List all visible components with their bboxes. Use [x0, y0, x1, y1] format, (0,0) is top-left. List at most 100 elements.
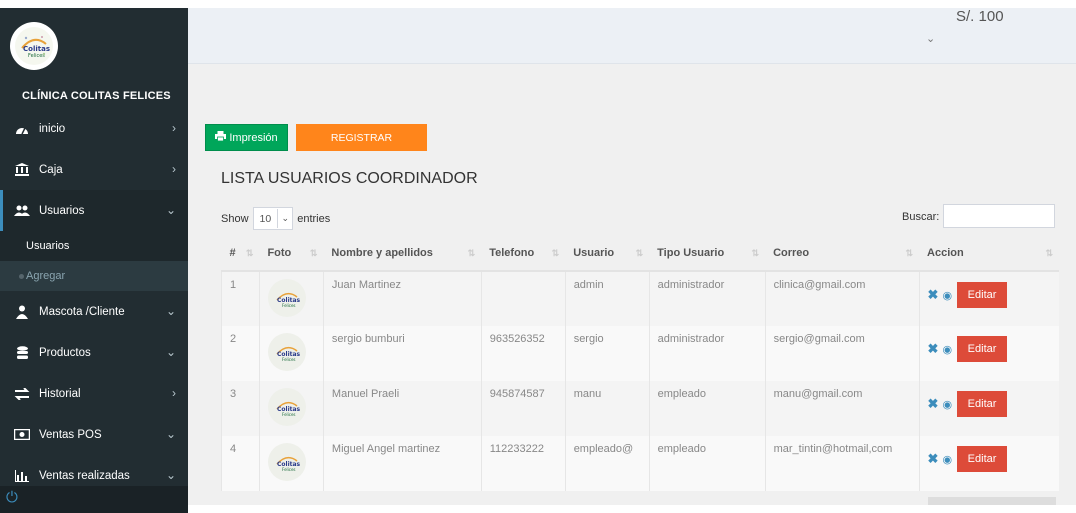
- print-button[interactable]: Impresión: [205, 124, 288, 151]
- actions-cell: ✖ ◉ Editar: [918, 326, 1059, 381]
- clinic-logo-image: Colitas Felices: [15, 27, 53, 65]
- svg-text:Colitas: Colitas: [23, 45, 50, 53]
- sidebar-item-inicio[interactable]: inicio ›: [0, 108, 188, 149]
- chevron-down-icon[interactable]: ⌄: [926, 32, 935, 45]
- user-phone: [480, 271, 566, 326]
- photo-cell: Colitas Felices: [258, 271, 324, 326]
- user-email: clinica@gmail.com: [764, 271, 920, 326]
- column-header[interactable]: Nombre y apellidos ⇅: [323, 236, 482, 272]
- user-name: Juan Martinez: [322, 271, 482, 326]
- entries-select[interactable]: 10 ⌄: [252, 207, 294, 230]
- search-input[interactable]: [943, 204, 1055, 228]
- bar-chart-icon: [13, 469, 31, 483]
- row-number: 3: [221, 381, 260, 436]
- user-type: empleado: [648, 381, 766, 436]
- delete-icon[interactable]: ✖: [928, 396, 939, 412]
- chevron-down-icon: ⌄: [277, 209, 292, 228]
- chevron-down-icon: ⌄: [165, 427, 176, 441]
- photo-cell: Colitas Felices: [258, 436, 324, 491]
- column-header[interactable]: # ⇅: [221, 236, 260, 272]
- dashboard-icon: [13, 122, 31, 136]
- sidebar-subitem-agregar[interactable]: Agregar: [0, 261, 188, 291]
- clinic-name: CLÍNICA COLITAS FELICES: [22, 90, 171, 102]
- sidebar-item-ventas-pos[interactable]: Ventas POS ⌄: [0, 414, 188, 455]
- sidebar-item-caja[interactable]: Caja ›: [0, 149, 188, 190]
- sidebar-item-historial[interactable]: Historial ›: [0, 373, 188, 414]
- eye-icon[interactable]: ◉: [942, 343, 952, 356]
- edit-button[interactable]: Editar: [957, 336, 1008, 362]
- edit-button[interactable]: Editar: [957, 391, 1008, 417]
- sidebar-item-mascota-cliente[interactable]: Mascota /Cliente ⌄: [0, 291, 188, 332]
- page-title: LISTA USUARIOS COORDINADOR: [221, 170, 478, 187]
- column-header[interactable]: Accion ⇅: [919, 236, 1059, 272]
- entries-value: 10: [259, 212, 272, 225]
- pet-client-icon: [13, 305, 31, 319]
- sort-icon: ⇅: [1045, 248, 1053, 258]
- row-number: 1: [221, 271, 260, 326]
- column-header[interactable]: Telefono ⇅: [481, 236, 566, 272]
- logout-button[interactable]: ⏻: [0, 486, 188, 513]
- chevron-down-icon: ⌄: [165, 468, 176, 482]
- actions-cell: ✖ ◉ Editar: [918, 381, 1059, 436]
- delete-icon[interactable]: ✖: [928, 451, 939, 467]
- users-icon: [13, 204, 31, 218]
- sidebar-subitem-usuarios[interactable]: Usuarios: [0, 231, 188, 261]
- svg-text:Felices: Felices: [282, 467, 296, 472]
- user-type: administrador: [648, 326, 766, 381]
- row-number: 4: [221, 436, 260, 491]
- user-name: sergio bumburi: [322, 326, 482, 381]
- sort-icon: ⇅: [245, 248, 254, 258]
- eye-icon[interactable]: ◉: [942, 289, 952, 302]
- column-header[interactable]: Correo ⇅: [765, 236, 920, 272]
- chevron-down-icon: ⌄: [165, 304, 176, 318]
- svg-text:Felices: Felices: [28, 53, 45, 59]
- user-photo: Colitas Felices: [267, 443, 306, 481]
- sort-icon: ⇅: [551, 248, 560, 258]
- sort-icon: ⇅: [635, 248, 644, 258]
- photo-cell: Colitas Felices: [258, 381, 324, 436]
- balance-display: S/. 100: [956, 8, 1004, 25]
- sidebar-item-label: Historial: [39, 387, 81, 400]
- sidebar-menu: inicio › Caja › Usuarios ⌄ Usuarios Agre…: [0, 108, 188, 496]
- edit-button[interactable]: Editar: [957, 282, 1008, 308]
- user-name: Manuel Praeli: [322, 381, 482, 436]
- bullet-icon: [19, 274, 24, 279]
- column-header[interactable]: Usuario ⇅: [565, 236, 650, 272]
- chevron-right-icon: ›: [172, 386, 176, 400]
- user-username: admin: [564, 271, 650, 326]
- user-username: sergio: [564, 326, 650, 381]
- edit-button[interactable]: Editar: [957, 446, 1008, 472]
- table-row: 2 Colitas Felices sergio bumburi 96352635…: [221, 326, 1059, 381]
- sidebar: Colitas Felices CLÍNICA COLITAS FELICES …: [0, 8, 188, 513]
- users-table: # ⇅ Foto ⇅ Nombre y apellidos ⇅ Telefono ⇅ U…: [221, 236, 1059, 491]
- svg-text:Felices: Felices: [282, 357, 296, 362]
- chevron-right-icon: ›: [172, 121, 176, 135]
- table-row: 4 Colitas Felices Miguel Angel martinez 1…: [221, 436, 1059, 491]
- entries-label: entries: [297, 212, 331, 225]
- column-header[interactable]: Tipo Usuario ⇅: [649, 236, 766, 272]
- money-icon: [13, 428, 31, 442]
- sidebar-item-usuarios[interactable]: Usuarios ⌄: [0, 190, 188, 231]
- database-icon: [13, 345, 31, 360]
- column-header[interactable]: Foto ⇅: [259, 236, 324, 272]
- sort-icon: ⇅: [905, 248, 914, 258]
- search-label: Buscar:: [902, 211, 940, 223]
- photo-cell: Colitas Felices: [258, 326, 324, 381]
- delete-icon[interactable]: ✖: [928, 287, 939, 303]
- chevron-down-icon: ⌄: [165, 203, 176, 217]
- sidebar-item-productos[interactable]: Productos ⌄: [0, 332, 188, 373]
- clinic-logo[interactable]: Colitas Felices: [10, 22, 58, 70]
- actions-cell: ✖ ◉ Editar: [918, 271, 1059, 326]
- eye-icon[interactable]: ◉: [942, 453, 952, 466]
- sidebar-item-label: Usuarios: [39, 204, 85, 217]
- sidebar-item-label: Mascota /Cliente: [39, 305, 125, 318]
- table-header-row: # ⇅ Foto ⇅ Nombre y apellidos ⇅ Telefono ⇅ U…: [221, 236, 1059, 272]
- chevron-down-icon: ⌄: [165, 345, 176, 359]
- sidebar-item-label: inicio: [39, 122, 66, 135]
- delete-icon[interactable]: ✖: [928, 341, 939, 357]
- user-type: administrador: [648, 271, 766, 326]
- svg-text:Felices: Felices: [282, 412, 296, 417]
- pagination[interactable]: [928, 497, 1056, 505]
- register-button[interactable]: REGISTRAR: [296, 124, 427, 151]
- eye-icon[interactable]: ◉: [942, 398, 952, 411]
